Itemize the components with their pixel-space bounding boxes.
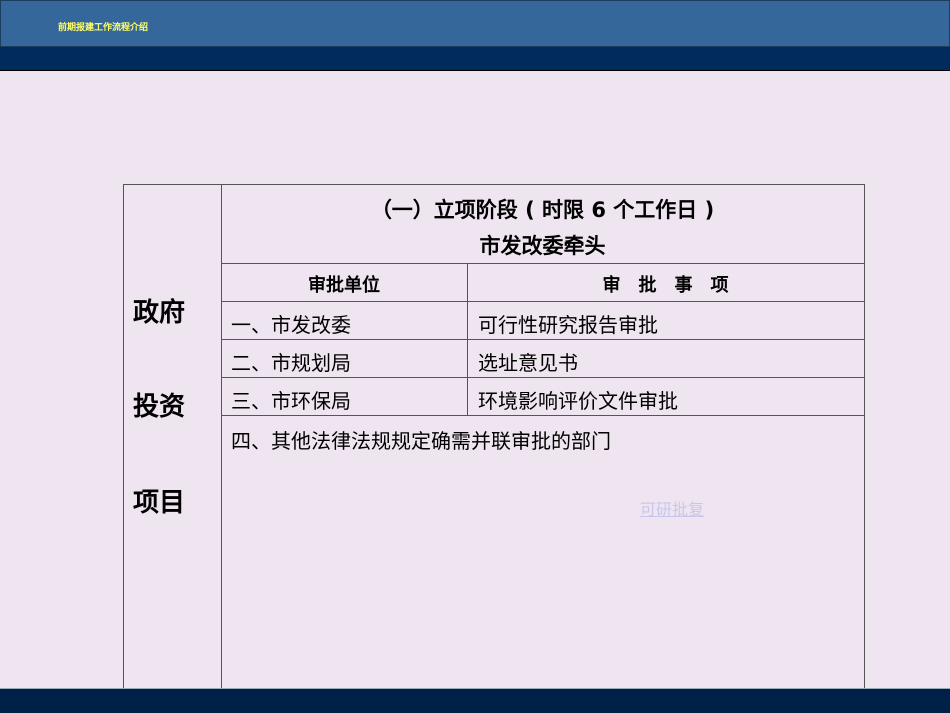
- row-item: 环境影响评价文件审批: [478, 389, 678, 413]
- header-title: 前期报建工作流程介绍: [58, 23, 149, 33]
- table-title: （一）立项阶段 ( 时限 6 个工作日 ): [370, 198, 715, 222]
- table-subtitle: 市发改委牵头: [479, 234, 606, 258]
- header-band: [0, 47, 950, 71]
- row-item: 选址意见书: [478, 351, 578, 375]
- feasibility-approval-link[interactable]: 可研批复: [640, 496, 704, 520]
- col-header-unit: 审批单位: [308, 275, 380, 296]
- col-header-item: 审 批 事 项: [602, 275, 729, 296]
- side-label-1: 政府: [133, 298, 186, 328]
- row-unit: 二、市规划局: [231, 351, 351, 375]
- other-departments-note: 四、其他法律法规规定确需并联审批的部门: [231, 429, 611, 453]
- row-unit: 一、市发改委: [231, 313, 351, 337]
- footer-bar: [0, 688, 950, 713]
- header-bar: 前期报建工作流程介绍: [0, 0, 950, 47]
- row-unit: 三、市环保局: [231, 389, 351, 413]
- row-item: 可行性研究报告审批: [478, 313, 658, 337]
- side-label-3: 项目: [133, 488, 186, 518]
- side-label-2: 投资: [133, 392, 186, 422]
